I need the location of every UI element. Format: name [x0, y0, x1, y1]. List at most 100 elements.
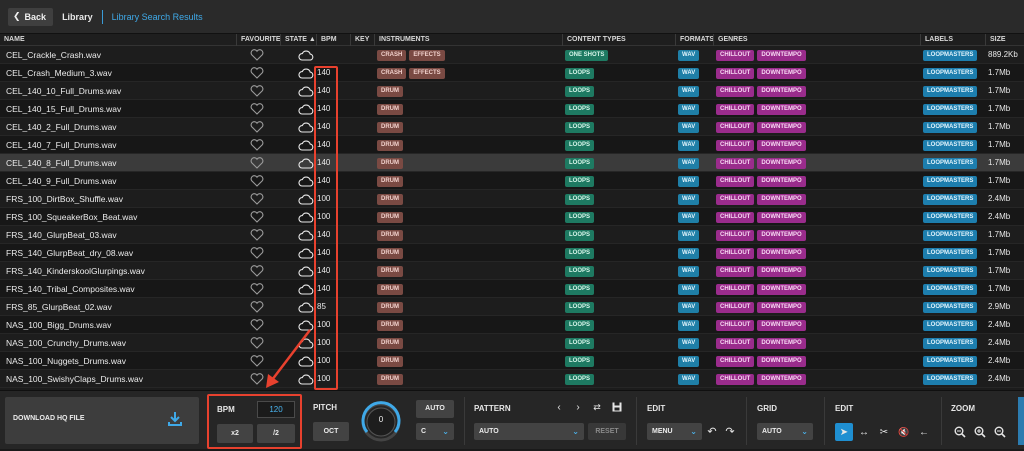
instrument-tag[interactable]: DRUM — [377, 283, 403, 295]
label-tag[interactable]: LOOPMASTERS — [923, 139, 978, 151]
content-type-tag[interactable]: LOOPS — [565, 85, 595, 97]
favourite-heart-icon[interactable] — [248, 154, 266, 172]
table-row[interactable]: FRS_140_GlurpBeat_dry_08.wav 140 DRUM LOOPS… — [0, 244, 1024, 262]
content-type-tag[interactable]: LOOPS — [565, 247, 595, 259]
genre-tag[interactable]: DOWNTEMPO — [757, 211, 806, 223]
genre-tag[interactable]: CHILLOUT — [716, 175, 755, 187]
format-tag[interactable]: WAV — [678, 265, 700, 277]
favourite-heart-icon[interactable] — [248, 334, 266, 352]
label-tag[interactable]: LOOPMASTERS — [923, 175, 978, 187]
label-tag[interactable]: LOOPMASTERS — [923, 373, 978, 385]
stretch-tool-icon[interactable]: ↔ — [856, 423, 872, 441]
genre-tag[interactable]: CHILLOUT — [716, 211, 755, 223]
genre-tag[interactable]: CHILLOUT — [716, 193, 755, 205]
favourite-heart-icon[interactable] — [248, 46, 266, 64]
genre-tag[interactable]: CHILLOUT — [716, 301, 755, 313]
favourite-heart-icon[interactable] — [248, 118, 266, 136]
genre-tag[interactable]: CHILLOUT — [716, 373, 755, 385]
label-tag[interactable]: LOOPMASTERS — [923, 301, 978, 313]
genre-tag[interactable]: DOWNTEMPO — [757, 67, 806, 79]
grid-dropdown[interactable]: AUTO ⌄ — [757, 423, 813, 440]
genre-tag[interactable]: DOWNTEMPO — [757, 337, 806, 349]
octave-button[interactable]: OCT — [313, 422, 349, 441]
instrument-tag[interactable]: DRUM — [377, 121, 403, 133]
instrument-tag[interactable]: CRASH — [377, 49, 407, 61]
favourite-heart-icon[interactable] — [248, 172, 266, 190]
table-row[interactable]: NAS_100_SwishyClaps_Drums.wav 100 DRUM LOOP… — [0, 370, 1024, 388]
genre-tag[interactable]: CHILLOUT — [716, 85, 755, 97]
label-tag[interactable]: LOOPMASTERS — [923, 103, 978, 115]
genre-tag[interactable]: DOWNTEMPO — [757, 139, 806, 151]
content-type-tag[interactable]: LOOPS — [565, 319, 595, 331]
instrument-tag[interactable]: DRUM — [377, 193, 403, 205]
column-size[interactable]: SIZE — [985, 34, 1024, 46]
table-row[interactable]: FRS_85_GlurpBeat_02.wav 85 DRUM LOOPS WAV CHI… — [0, 298, 1024, 316]
label-tag[interactable]: LOOPMASTERS — [923, 121, 978, 133]
back-button[interactable]: ❮ Back — [8, 7, 54, 26]
genre-tag[interactable]: CHILLOUT — [716, 355, 755, 367]
pitch-auto-button[interactable]: AUTO — [416, 400, 454, 418]
genre-tag[interactable]: DOWNTEMPO — [757, 85, 806, 97]
genre-tag[interactable]: DOWNTEMPO — [757, 157, 806, 169]
label-tag[interactable]: LOOPMASTERS — [923, 355, 978, 367]
column-bpm[interactable]: BPM — [316, 34, 350, 46]
content-type-tag[interactable]: LOOPS — [565, 283, 595, 295]
table-row[interactable]: NAS_100_Bigg_Drums.wav 100 DRUM LOOPS WAV CHI… — [0, 316, 1024, 334]
label-tag[interactable]: LOOPMASTERS — [923, 85, 978, 97]
format-tag[interactable]: WAV — [678, 319, 700, 331]
table-row[interactable]: FRS_140_GlurpBeat_03.wav 140 DRUM LOOPS WAV C… — [0, 226, 1024, 244]
label-tag[interactable]: LOOPMASTERS — [923, 319, 978, 331]
table-row[interactable]: FRS_100_DirtBox_Shuffle.wav 100 DRUM LOOPS W… — [0, 190, 1024, 208]
genre-tag[interactable]: DOWNTEMPO — [757, 355, 806, 367]
column-instruments[interactable]: INSTRUMENTS — [374, 34, 562, 46]
format-tag[interactable]: WAV — [678, 211, 700, 223]
content-type-tag[interactable]: LOOPS — [565, 139, 595, 151]
content-type-tag[interactable]: LOOPS — [565, 301, 595, 313]
mute-icon[interactable]: 🔇 — [896, 423, 912, 441]
genre-tag[interactable]: DOWNTEMPO — [757, 229, 806, 241]
table-row[interactable]: CEL_140_7_Full_Drums.wav 140 DRUM LOOPS WAV C… — [0, 136, 1024, 154]
format-tag[interactable]: WAV — [678, 49, 700, 61]
column-formats[interactable]: FORMATS — [675, 34, 714, 46]
format-tag[interactable]: WAV — [678, 193, 700, 205]
label-tag[interactable]: LOOPMASTERS — [923, 49, 978, 61]
genre-tag[interactable]: DOWNTEMPO — [757, 103, 806, 115]
genre-tag[interactable]: CHILLOUT — [716, 247, 755, 259]
genre-tag[interactable]: DOWNTEMPO — [757, 247, 806, 259]
redo-icon[interactable]: ↷ — [723, 424, 737, 439]
format-tag[interactable]: WAV — [678, 139, 700, 151]
format-tag[interactable]: WAV — [678, 229, 700, 241]
genre-tag[interactable]: DOWNTEMPO — [757, 265, 806, 277]
genre-tag[interactable]: DOWNTEMPO — [757, 283, 806, 295]
pitch-knob[interactable]: 0 — [360, 401, 402, 443]
save-pattern-icon[interactable] — [611, 400, 623, 414]
pattern-prev-icon[interactable]: ‹ — [553, 400, 565, 414]
table-row[interactable]: CEL_Crackle_Crash.wav CRASH EFFECTS ONE SHO… — [0, 46, 1024, 64]
favourite-heart-icon[interactable] — [248, 316, 266, 334]
content-type-tag[interactable]: LOOPS — [565, 265, 595, 277]
instrument-tag[interactable]: EFFECTS — [409, 67, 445, 79]
genre-tag[interactable]: CHILLOUT — [716, 319, 755, 331]
shuffle-icon[interactable]: ⇄ — [591, 400, 603, 414]
pattern-dropdown[interactable]: AUTO ⌄ — [474, 423, 584, 440]
instrument-tag[interactable]: DRUM — [377, 355, 403, 367]
favourite-heart-icon[interactable] — [248, 226, 266, 244]
column-content-types[interactable]: CONTENT TYPES — [562, 34, 675, 46]
label-tag[interactable]: LOOPMASTERS — [923, 157, 978, 169]
instrument-tag[interactable]: DRUM — [377, 139, 403, 151]
format-tag[interactable]: WAV — [678, 283, 700, 295]
content-type-tag[interactable]: LOOPS — [565, 373, 595, 385]
content-type-tag[interactable]: LOOPS — [565, 211, 595, 223]
label-tag[interactable]: LOOPMASTERS — [923, 337, 978, 349]
format-tag[interactable]: WAV — [678, 247, 700, 259]
content-type-tag[interactable]: LOOPS — [565, 229, 595, 241]
genre-tag[interactable]: CHILLOUT — [716, 121, 755, 133]
favourite-heart-icon[interactable] — [248, 370, 266, 388]
instrument-tag[interactable]: EFFECTS — [409, 49, 445, 61]
favourite-heart-icon[interactable] — [248, 100, 266, 118]
table-row[interactable]: FRS_140_Tribal_Composites.wav 140 DRUM LOOP… — [0, 280, 1024, 298]
genre-tag[interactable]: CHILLOUT — [716, 49, 755, 61]
download-hq-button[interactable]: DOWNLOAD HQ FILE — [5, 397, 199, 444]
table-row[interactable]: CEL_140_10_Full_Drums.wav 140 DRUM LOOPS WAV… — [0, 82, 1024, 100]
label-tag[interactable]: LOOPMASTERS — [923, 247, 978, 259]
